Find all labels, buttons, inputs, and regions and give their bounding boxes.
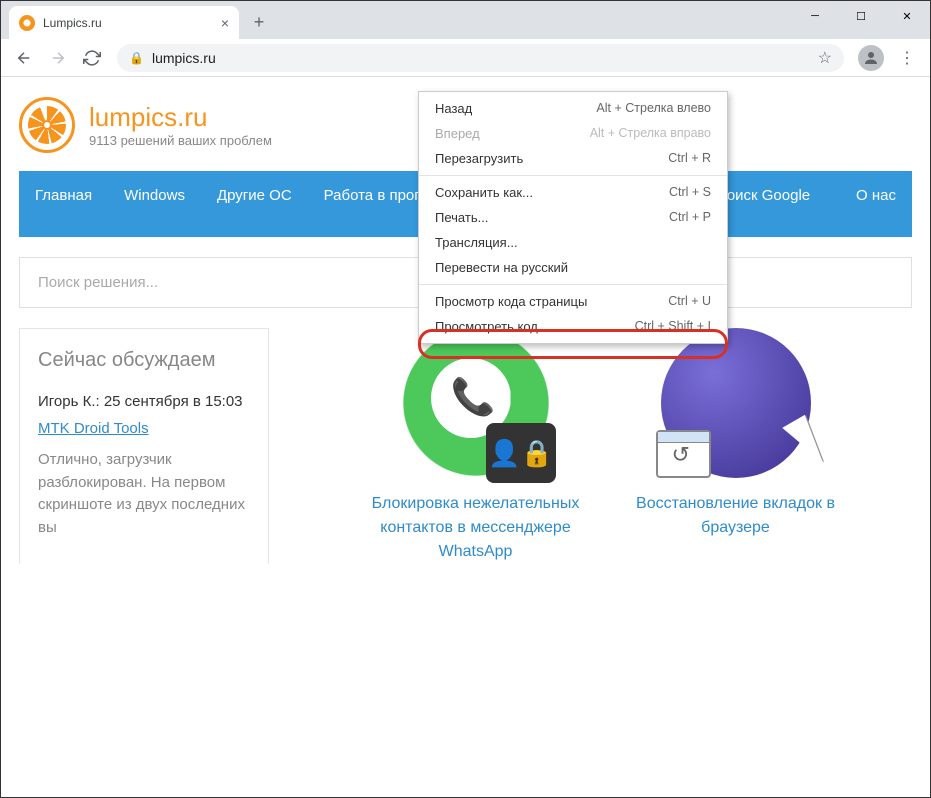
nav-home[interactable]: Главная (19, 171, 108, 237)
sidebar-heading: Сейчас обсуждаем (38, 347, 250, 373)
menu-item-shortcut: Alt + Стрелка влево (596, 101, 711, 116)
menu-item-shortcut: Alt + Стрелка вправо (590, 126, 711, 141)
new-tab-button[interactable]: + (245, 8, 273, 36)
history-badge-icon (656, 430, 711, 478)
browser-tab[interactable]: Lumpics.ru × (9, 6, 239, 39)
menu-item-label: Вперед (435, 126, 480, 141)
nav-windows[interactable]: Windows (108, 171, 201, 237)
menu-item-shortcut: Ctrl + U (668, 294, 711, 309)
menu-item[interactable]: Трансляция... (419, 230, 727, 255)
context-menu: Назад Alt + Стрелка влево Вперед Alt + Стре… (418, 91, 728, 344)
menu-item[interactable]: Перезагрузить Ctrl + R (419, 146, 727, 171)
menu-item-label: Назад (435, 101, 472, 116)
profile-button[interactable] (858, 45, 884, 71)
lock-icon: 🔒 (129, 51, 144, 65)
card-title: Блокировка нежелательных контактов в мес… (366, 492, 586, 564)
bookmark-icon[interactable]: ☆ (818, 48, 832, 68)
comment-text: Отлично, загрузчик разблокирован. На пер… (38, 449, 250, 539)
globe-icon (661, 328, 811, 478)
site-tagline: 9113 решений ваших проблем (89, 133, 272, 148)
menu-item-label: Просмотреть код (435, 319, 538, 334)
menu-item-shortcut: Ctrl + Shift + I (635, 319, 711, 334)
card-whatsapp[interactable]: 👤🔒 Блокировка нежелательных контактов в … (366, 328, 586, 564)
site-title: lumpics.ru (89, 102, 272, 133)
menu-item[interactable]: Сохранить как... Ctrl + S (419, 180, 727, 205)
close-window-button[interactable]: ✕ (884, 1, 930, 31)
nav-about[interactable]: О нас (840, 171, 912, 237)
comment-author: Игорь К.: 25 сентября в 15:03 (38, 393, 250, 410)
menu-item-label: Перевести на русский (435, 260, 568, 275)
menu-item-label: Просмотр кода страницы (435, 294, 587, 309)
close-tab-icon[interactable]: × (221, 15, 229, 31)
toolbar: 🔒 lumpics.ru ☆ ⋮ (1, 39, 930, 77)
minimize-button[interactable]: ─ (792, 1, 838, 31)
reload-button[interactable] (77, 43, 107, 73)
menu-item-shortcut: Ctrl + P (669, 210, 711, 225)
menu-item-label: Сохранить как... (435, 185, 533, 200)
forward-button[interactable] (43, 43, 73, 73)
menu-separator (419, 175, 727, 176)
menu-item-label: Перезагрузить (435, 151, 523, 166)
lock-badge-icon: 👤🔒 (486, 423, 556, 483)
menu-item[interactable]: Просмотреть код Ctrl + Shift + I (419, 314, 727, 339)
favicon-icon (19, 15, 35, 31)
maximize-button[interactable]: ☐ (838, 1, 884, 31)
sidebar: Сейчас обсуждаем Игорь К.: 25 сентября в… (19, 328, 269, 564)
menu-item[interactable]: Перевести на русский (419, 255, 727, 280)
menu-item: Вперед Alt + Стрелка вправо (419, 121, 727, 146)
menu-item-label: Печать... (435, 210, 488, 225)
menu-item[interactable]: Печать... Ctrl + P (419, 205, 727, 230)
menu-separator (419, 284, 727, 285)
menu-item[interactable]: Просмотр кода страницы Ctrl + U (419, 289, 727, 314)
card-title: Восстановление вкладок в браузере (626, 492, 846, 540)
logo-icon[interactable] (19, 97, 75, 153)
tab-title: Lumpics.ru (43, 16, 213, 30)
menu-item-shortcut: Ctrl + S (669, 185, 711, 200)
card-browser-restore[interactable]: Восстановление вкладок в браузере (626, 328, 846, 564)
menu-button[interactable]: ⋮ (892, 43, 922, 73)
menu-item-label: Трансляция... (435, 235, 518, 250)
address-bar[interactable]: 🔒 lumpics.ru ☆ (117, 44, 844, 72)
menu-item[interactable]: Назад Alt + Стрелка влево (419, 96, 727, 121)
comment-link[interactable]: MTK Droid Tools (38, 420, 250, 437)
titlebar: Lumpics.ru × + ─ ☐ ✕ (1, 1, 930, 39)
url-text: lumpics.ru (152, 50, 216, 66)
back-button[interactable] (9, 43, 39, 73)
nav-other-os[interactable]: Другие ОС (201, 171, 308, 237)
menu-item-shortcut: Ctrl + R (668, 151, 711, 166)
whatsapp-icon: 👤🔒 (401, 328, 551, 478)
